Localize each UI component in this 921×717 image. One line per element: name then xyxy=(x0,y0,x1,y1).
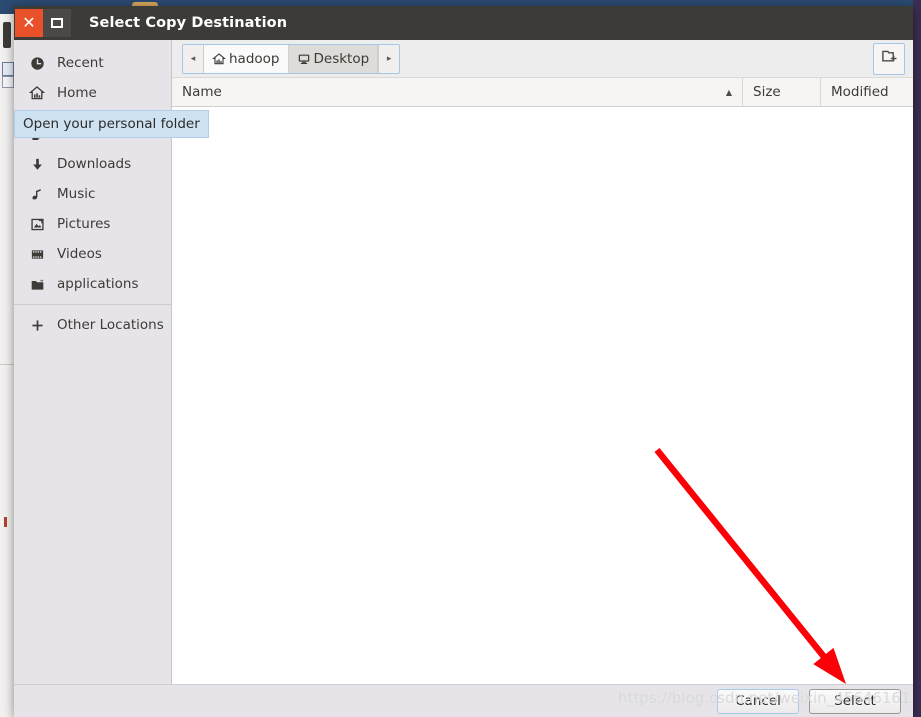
sidebar-item-label: Downloads xyxy=(57,156,132,172)
breadcrumb-label: Desktop xyxy=(313,50,370,67)
content-pane: ◂ hadoop Desktop ▸ Name ▲ Size Modified xyxy=(172,40,913,684)
sidebar-item-label: Home xyxy=(57,85,97,101)
plus-icon xyxy=(27,318,47,333)
path-back-button[interactable]: ◂ xyxy=(183,44,204,73)
home-icon xyxy=(212,52,226,66)
column-header-label: Name xyxy=(182,84,222,100)
maximize-button[interactable] xyxy=(43,9,71,37)
column-header-name[interactable]: Name ▲ xyxy=(172,78,743,106)
dialog-footer: Cancel Select xyxy=(14,684,913,717)
sidebar-item-home[interactable]: Home xyxy=(14,78,171,108)
sidebar-item-label: Recent xyxy=(57,55,104,71)
picture-icon xyxy=(27,217,47,232)
sidebar-divider-2 xyxy=(14,304,171,305)
select-button-label: Select xyxy=(834,693,876,709)
file-list[interactable] xyxy=(172,107,913,684)
close-icon: ✕ xyxy=(22,13,36,32)
sidebar-item-label: Pictures xyxy=(57,216,111,232)
tooltip-text: Open your personal folder xyxy=(23,116,200,132)
sort-ascending-icon: ▲ xyxy=(725,87,732,97)
sidebar-item-music[interactable]: Music xyxy=(14,179,171,209)
sidebar-item-label: Videos xyxy=(57,246,102,262)
background-window-titlebar-sliver xyxy=(3,22,11,48)
breadcrumb-label: hadoop xyxy=(229,50,280,67)
path-forward-button[interactable]: ▸ xyxy=(378,44,400,73)
sidebar-item-recent[interactable]: Recent xyxy=(14,48,171,78)
background-divider xyxy=(0,364,14,365)
window-title: Select Copy Destination xyxy=(89,15,288,31)
sidebar-item-other-locations[interactable]: Other Locations xyxy=(14,310,171,340)
new-folder-icon xyxy=(881,48,898,69)
desktop-right-edge xyxy=(913,0,921,717)
breadcrumb-item-hadoop[interactable]: hadoop xyxy=(204,44,289,73)
chevron-right-icon: ▸ xyxy=(386,53,392,64)
close-button[interactable]: ✕ xyxy=(15,9,43,37)
background-icon-one xyxy=(2,62,14,76)
column-header-label: Modified xyxy=(831,84,889,100)
maximize-icon xyxy=(51,18,63,28)
column-header-label: Size xyxy=(753,84,781,100)
sidebar-item-applications[interactable]: applications xyxy=(14,269,171,299)
screen: ✕ Select Copy Destination Recent Home Do… xyxy=(0,0,921,717)
path-bar: ◂ hadoop Desktop ▸ xyxy=(172,40,913,78)
download-arrow-icon xyxy=(27,157,47,172)
column-header-modified[interactable]: Modified xyxy=(821,78,913,106)
sidebar-item-pictures[interactable]: Pictures xyxy=(14,209,171,239)
breadcrumb: ◂ hadoop Desktop ▸ xyxy=(182,43,401,74)
film-strip-icon xyxy=(27,247,47,262)
sidebar-item-label: Other Locations xyxy=(57,317,164,333)
background-window-sliver xyxy=(0,14,15,717)
new-folder-button[interactable] xyxy=(873,42,905,75)
breadcrumb-item-desktop[interactable]: Desktop xyxy=(288,44,379,73)
sidebar-item-label: applications xyxy=(57,276,139,292)
background-red-mark xyxy=(4,517,7,527)
sidebar-item-label: Music xyxy=(57,186,96,202)
select-copy-destination-dialog: ✕ Select Copy Destination Recent Home Do… xyxy=(14,6,913,717)
titlebar: ✕ Select Copy Destination xyxy=(14,6,913,40)
cancel-button-label: Cancel xyxy=(735,693,781,709)
select-button[interactable]: Select xyxy=(809,688,901,714)
clock-icon xyxy=(27,56,47,71)
sidebar-item-videos[interactable]: Videos xyxy=(14,239,171,269)
file-list-column-headers: Name ▲ Size Modified xyxy=(172,78,913,107)
cancel-button[interactable]: Cancel xyxy=(717,688,799,714)
tooltip-open-personal-folder: Open your personal folder xyxy=(14,110,209,138)
folder-icon xyxy=(27,277,47,292)
column-header-size[interactable]: Size xyxy=(743,78,821,106)
music-note-icon xyxy=(27,187,47,202)
background-icon-two xyxy=(2,76,14,88)
chevron-left-icon: ◂ xyxy=(190,53,196,64)
sidebar-item-downloads[interactable]: Downloads xyxy=(14,149,171,179)
home-icon xyxy=(27,85,47,101)
desktop-icon xyxy=(297,52,311,66)
